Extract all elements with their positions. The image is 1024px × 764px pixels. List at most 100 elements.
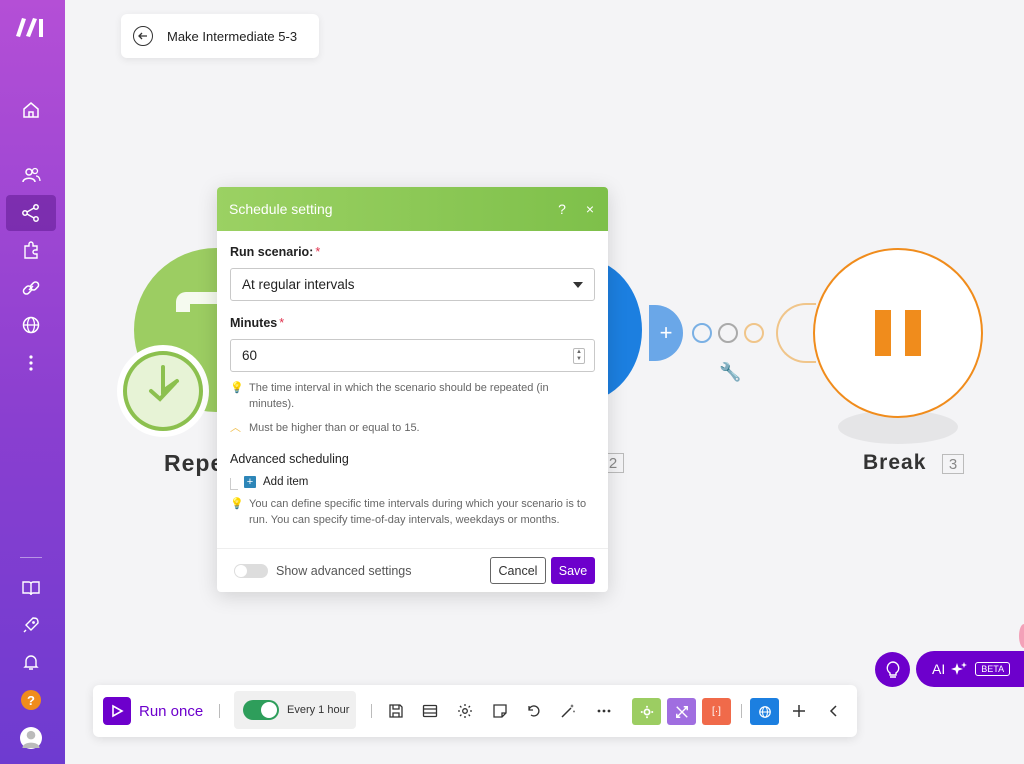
history-button[interactable] — [525, 702, 543, 720]
add-item-button[interactable]: + Add item — [244, 476, 595, 488]
minutes-hint: 💡 The time interval in which the scenari… — [230, 382, 549, 410]
plus-icon — [793, 705, 805, 717]
help-button[interactable]: ? — [556, 201, 568, 217]
chevron-left-icon — [829, 705, 837, 717]
sidebar-item-home[interactable] — [6, 92, 56, 128]
dialog-header: Schedule setting ? × — [217, 187, 608, 231]
auto-align-button[interactable] — [559, 702, 577, 720]
sidebar-item-notifications[interactable] — [6, 644, 56, 680]
connector-dot[interactable] — [718, 323, 738, 343]
run-once-button[interactable]: Run once — [103, 697, 203, 725]
run-scenario-value: At regular intervals — [242, 277, 355, 292]
add-module-toolbar-button[interactable] — [790, 702, 808, 720]
number-stepper[interactable]: ▲ ▼ — [573, 347, 585, 364]
run-scenario-select[interactable]: At regular intervals — [230, 268, 595, 301]
beta-badge: BETA — [975, 662, 1011, 676]
lightbulb-icon — [886, 660, 899, 678]
http-button[interactable] — [750, 698, 779, 725]
tree-connector — [230, 478, 238, 490]
sidebar-separator — [20, 557, 42, 558]
flow-control-button[interactable] — [667, 698, 696, 725]
more-options-button[interactable] — [595, 702, 613, 720]
dialog-title: Schedule setting — [229, 201, 333, 217]
bell-icon — [23, 655, 39, 670]
clock-icon — [127, 355, 199, 427]
minutes-label: Minutes * — [230, 316, 285, 330]
sidebar-item-scenarios[interactable] — [6, 195, 56, 231]
crossed-arrows-icon — [675, 705, 688, 718]
advanced-settings-toggle[interactable] — [234, 563, 268, 578]
magic-wand-icon — [561, 704, 575, 718]
ai-assistant-button[interactable]: AI BETA — [916, 651, 1024, 687]
text-parser-button[interactable]: [·] — [702, 698, 731, 725]
lightbulb-icon: 💡 — [230, 382, 244, 394]
arrow-left-icon — [138, 32, 147, 40]
schedule-label: Every 1 hour — [287, 704, 350, 716]
pink-indicator — [1019, 624, 1024, 648]
avatar — [20, 727, 42, 749]
close-button[interactable]: × — [584, 201, 596, 217]
sidebar-item-team[interactable] — [6, 157, 56, 193]
users-icon — [22, 167, 41, 183]
advanced-settings-label: Show advanced settings — [276, 563, 412, 578]
back-button[interactable] — [133, 26, 153, 46]
globe-icon — [758, 705, 771, 718]
break-module-node[interactable] — [813, 248, 983, 418]
sidebar: ? — [0, 0, 65, 764]
sparkle-icon — [951, 662, 968, 675]
sidebar-item-docs[interactable] — [6, 570, 56, 606]
make-logo-icon[interactable] — [14, 16, 48, 38]
book-icon — [22, 581, 40, 596]
scenario-title-bar: Make Intermediate 5-3 — [121, 14, 319, 58]
schedule-setting-dialog: Schedule setting ? × Run scenario: * At r… — [217, 187, 608, 592]
sidebar-item-connections[interactable] — [6, 270, 56, 306]
lightbulb-icon: 💡 — [230, 498, 244, 510]
tips-button[interactable] — [875, 652, 910, 687]
advanced-scheduling-hint: 💡 You can define specific time intervals… — [230, 498, 587, 526]
add-module-button[interactable]: + — [649, 305, 683, 361]
caret-down-icon — [573, 281, 583, 288]
more-vertical-icon — [29, 355, 33, 371]
globe-icon — [22, 316, 40, 334]
scenario-title[interactable]: Make Intermediate 5-3 — [167, 29, 297, 44]
dialog-footer: Show advanced settings Cancel Save — [217, 548, 608, 592]
plus-icon: + — [244, 476, 256, 488]
scenario-toolbar: Run once Every 1 hour [·] — [93, 685, 857, 737]
share-nodes-icon — [22, 204, 39, 222]
wrench-icon[interactable]: 🔧 — [719, 362, 741, 383]
pause-icon — [875, 310, 891, 356]
chevron-up-icon: ︿ — [230, 422, 241, 434]
data-structure-button[interactable] — [421, 702, 439, 720]
schedule-control[interactable]: Every 1 hour — [234, 691, 356, 729]
sidebar-item-help[interactable]: ? — [6, 682, 56, 718]
help-icon: ? — [21, 690, 41, 710]
undo-icon — [528, 705, 540, 717]
cancel-button[interactable]: Cancel — [490, 557, 546, 584]
schedule-toggle[interactable] — [243, 700, 279, 720]
gear-icon — [458, 704, 472, 718]
settings-button[interactable] — [456, 702, 474, 720]
play-icon — [103, 697, 131, 725]
collapse-toolbar-button[interactable] — [825, 702, 843, 720]
gear-icon — [640, 705, 653, 718]
notes-button[interactable] — [491, 702, 509, 720]
connector-dot[interactable] — [744, 323, 764, 343]
tools-button[interactable] — [632, 698, 661, 725]
sidebar-item-whats-new[interactable] — [6, 607, 56, 643]
note-icon — [493, 704, 507, 718]
save-button[interactable]: Save — [551, 557, 595, 584]
sidebar-item-more[interactable] — [6, 345, 56, 381]
node-label-repeater: Repe — [164, 450, 225, 476]
sidebar-item-apps[interactable] — [6, 232, 56, 268]
save-scenario-button[interactable] — [387, 702, 405, 720]
link-icon — [22, 281, 40, 295]
node-number-badge: 3 — [942, 454, 964, 474]
connector-dot[interactable] — [692, 323, 712, 343]
sidebar-item-profile[interactable] — [6, 720, 56, 756]
rocket-icon — [23, 617, 39, 633]
sidebar-item-webhooks[interactable] — [6, 307, 56, 343]
minutes-input[interactable]: 60 ▲ ▼ — [230, 339, 595, 372]
minutes-validation: ︿ Must be higher than or equal to 15. — [230, 422, 420, 434]
node-label-break: Break — [863, 451, 927, 474]
run-scenario-label: Run scenario: * — [230, 245, 321, 259]
